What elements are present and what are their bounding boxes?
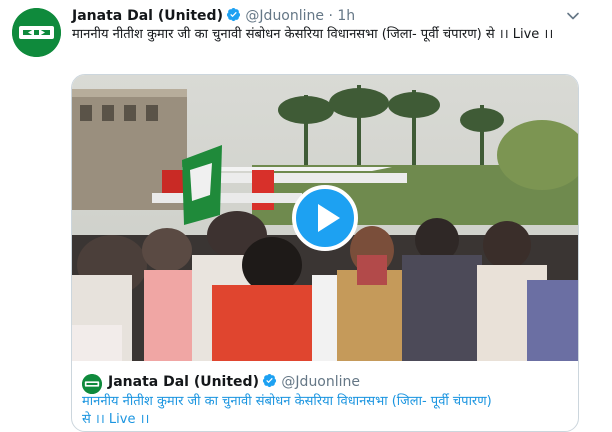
video-thumbnail[interactable] <box>72 75 578 361</box>
quoted-avatar <box>82 374 102 394</box>
timestamp[interactable]: 1h <box>337 8 355 24</box>
tweet-text: माननीय नीतीश कुमार जी का चुनावी संबोधन क… <box>72 27 554 42</box>
chevron-down-icon[interactable] <box>566 8 580 22</box>
separator-dot: · <box>328 8 333 24</box>
quoted-video-card[interactable]: Janata Dal (United) @Jduonline माननीय नी… <box>71 74 579 432</box>
verified-badge-icon <box>262 373 277 388</box>
jdu-logo-icon <box>82 374 102 394</box>
jdu-logo-icon <box>12 8 61 57</box>
quoted-author-handle: @Jduonline <box>281 374 361 390</box>
author-name[interactable]: Janata Dal (United) <box>72 8 223 24</box>
tweet[interactable]: Janata Dal (United) @Jduonline · 1h मानन… <box>0 0 612 432</box>
play-icon[interactable] <box>292 185 358 251</box>
quoted-tweet-text: माननीय नीतीश कुमार जी का चुनावी संबोधन क… <box>82 394 492 427</box>
author-handle[interactable]: @Jduonline <box>245 8 324 24</box>
tweet-header: Janata Dal (United) @Jduonline · 1h <box>72 7 355 25</box>
quoted-author-name: Janata Dal (United) <box>108 374 259 390</box>
verified-badge-icon <box>226 7 241 22</box>
avatar[interactable] <box>12 8 61 57</box>
